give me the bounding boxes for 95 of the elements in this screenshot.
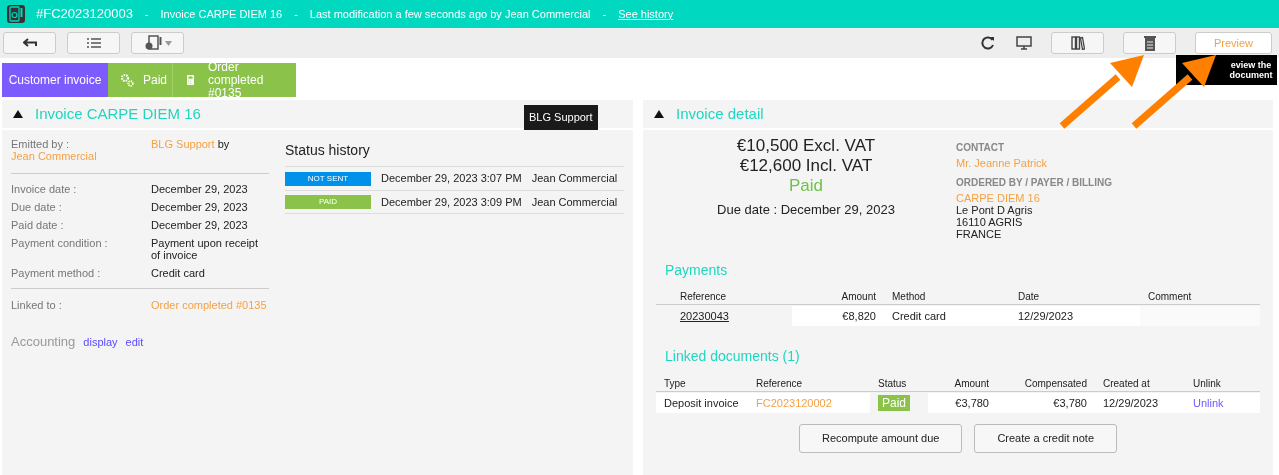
column-header: Comment (1147, 290, 1193, 304)
field-label: Due date : (11, 201, 63, 213)
action-button[interactable]: Recompute amount due (798, 424, 963, 453)
address-line: Le Pont D Agris (956, 204, 1034, 216)
field-label: Emitted by : (11, 138, 70, 150)
field-value: December 29, 2023 (151, 219, 248, 231)
separator-text: - (143, 6, 150, 22)
invoice-icon (6, 4, 26, 24)
section-label: CONTACT (956, 142, 1006, 154)
column-header: Method (891, 290, 927, 304)
modification-text: Last modification a few seconds ago by Jean Commercial (309, 6, 591, 22)
document-button[interactable] (1123, 32, 1176, 54)
separator-text: - (293, 6, 299, 22)
status-step[interactable]: Customer invoice (2, 63, 108, 97)
order-link[interactable]: Order completed #0135 (151, 297, 267, 314)
invoice-title: Invoice CARPE DIEM 16 (160, 6, 283, 22)
table-cell: €3,780 (993, 393, 1095, 413)
reference-link[interactable]: FC2023120002 (748, 393, 870, 413)
field-label: Linked to : (11, 298, 63, 313)
status-tag: NOT SENT (285, 171, 371, 186)
history-link[interactable]: See history (618, 5, 674, 23)
accounting-link[interactable]: edit (125, 333, 144, 350)
section-title: Status history (285, 141, 371, 160)
field-value: Payment upon receipt of invoice (151, 237, 259, 261)
panel-title: Invoice detail (676, 103, 764, 124)
company-link[interactable]: BLG Support (151, 138, 215, 150)
table-cell: €3,780 (928, 393, 993, 413)
address-line: 16110 AGRIS (956, 216, 1024, 228)
field-value: December 29, 2023 (151, 201, 248, 213)
action-button[interactable]: Create a credit note (974, 424, 1117, 453)
refresh-icon[interactable] (981, 36, 995, 50)
column-header: Amount (840, 290, 877, 304)
collapse-icon[interactable] (13, 110, 23, 118)
column-header: Compensated (1023, 377, 1088, 391)
back-button[interactable] (3, 32, 56, 54)
by-text: by (217, 138, 230, 150)
caret-icon (164, 40, 172, 46)
payment-status: Paid (789, 176, 823, 196)
field-label: Payment condition : (11, 237, 109, 251)
column-header: Type (663, 377, 687, 391)
address-line: FRANCE (956, 228, 1003, 240)
collapse-icon[interactable] (654, 110, 664, 118)
customer-link[interactable]: CARPE DIEM 16 (956, 192, 1112, 204)
actions-button[interactable] (131, 32, 184, 54)
status-tag: PAID (285, 195, 371, 209)
list-button[interactable] (67, 32, 120, 54)
panel-title: Invoice CARPE DIEM 16 (35, 103, 201, 124)
calculator-icon (187, 73, 194, 87)
back-arrow-icon (22, 38, 37, 48)
field-value: December 29, 2023 (151, 183, 248, 195)
table-cell: €8,820 (792, 306, 884, 326)
table-cell: 12/29/2023 (1095, 393, 1185, 413)
gears-icon (120, 73, 134, 87)
table-cell: 12/29/2023 (1010, 306, 1140, 326)
person-link[interactable]: Jean Commercial (11, 150, 97, 162)
section-label: Accounting (11, 332, 76, 351)
column-header: Created at (1102, 377, 1151, 391)
history-user: Jean Commercial (531, 194, 618, 210)
monitor-icon[interactable] (1016, 36, 1032, 50)
column-header: Unlink (1192, 377, 1222, 391)
column-header: Reference (679, 290, 728, 304)
reference-link[interactable]: 20230043 (656, 306, 792, 326)
document-icon (1143, 35, 1156, 51)
amount-excl-vat: €10,500 Excl. VAT (736, 136, 876, 156)
books-icon (1070, 36, 1085, 50)
field-label: Invoice date : (11, 183, 78, 195)
contact-link[interactable]: Mr. Jeanne Patrick (956, 157, 1112, 169)
library-button[interactable] (1051, 32, 1104, 54)
due-date: Due date : December 29, 2023 (717, 201, 895, 219)
invoice-number: #FC2023120003 (36, 5, 133, 24)
section-title: Linked documents (1) (665, 347, 801, 366)
status-badge: Paid (878, 395, 911, 411)
unlink-link[interactable]: Unlink (1185, 393, 1260, 413)
field-label: Payment method : (11, 267, 102, 279)
amount-incl-vat: €12,600 Incl. VAT (739, 156, 873, 176)
separator-text: - (601, 6, 608, 22)
section-label: ORDERED BY / PAYER / BILLING (956, 177, 1112, 189)
column-header: Date (1017, 290, 1041, 304)
history-user: Jean Commercial (531, 171, 618, 187)
document-gear-icon (143, 35, 162, 51)
table-cell: Deposit invoice (656, 393, 748, 413)
status-step[interactable]: Paid (108, 63, 172, 97)
field-label: Paid date : (11, 219, 65, 231)
column-header: Amount (953, 377, 990, 391)
column-header: Status (877, 377, 908, 391)
list-icon (86, 38, 101, 48)
column-header: Reference (755, 377, 804, 391)
table-cell: Credit card (884, 306, 1010, 326)
preview-button[interactable]: Preview (1195, 32, 1272, 54)
section-title: Payments (665, 261, 729, 280)
history-date: December 29, 2023 3:07 PM (381, 171, 522, 187)
history-date: December 29, 2023 3:09 PM (381, 194, 522, 210)
field-value: Credit card (151, 267, 205, 279)
accounting-link[interactable]: display (83, 333, 118, 350)
tooltip: BLG Support (524, 105, 598, 130)
